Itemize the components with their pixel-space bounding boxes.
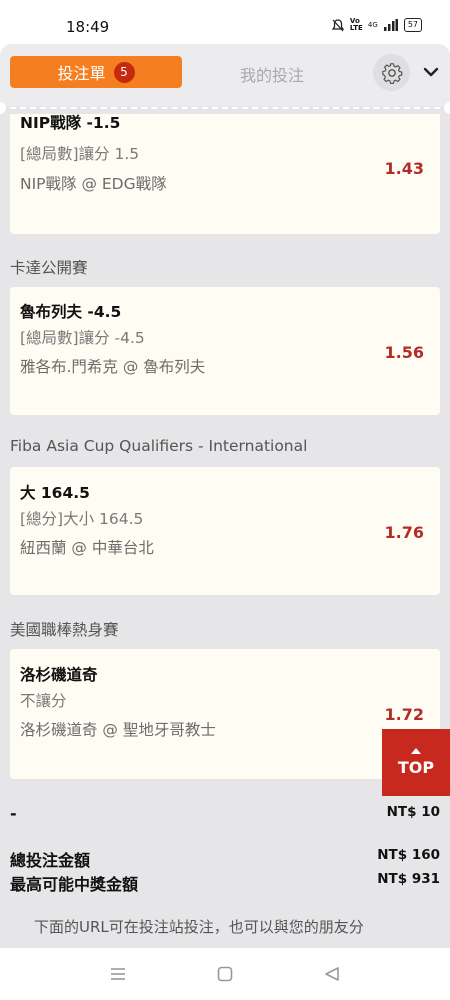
tab-bet-slip[interactable]: 投注單 5: [10, 56, 182, 88]
total-stake-row: 總投注金額 NT$ 160: [10, 847, 440, 871]
home-icon: [217, 966, 233, 982]
dashed-divider: [10, 107, 440, 109]
bet-odds: 1.72: [384, 705, 424, 724]
mute-icon: [331, 18, 344, 31]
league-name: 卡達公開賽: [10, 259, 88, 277]
share-url-text: 下面的URL可在投注站投注，也可以與您的朋友分: [34, 918, 364, 936]
bet-odds: 1.56: [384, 343, 424, 362]
home-button[interactable]: [213, 962, 237, 986]
collapse-button[interactable]: [419, 60, 443, 84]
bet-slip-header: 投注單 5 我的投注: [0, 44, 450, 106]
top-label: TOP: [397, 758, 435, 777]
bet-odds: 1.76: [384, 523, 424, 542]
stake-label: -: [10, 804, 17, 823]
bet-card[interactable]: NIP戰隊 -1.5 [總局數]讓分 1.5 NIP戰隊 @ EDG戰隊 1.4…: [10, 114, 440, 234]
settings-button[interactable]: [373, 54, 410, 91]
signal-label: 4G: [367, 21, 378, 29]
league-name: 美國職棒熱身賽: [10, 621, 119, 639]
up-arrow-icon: [411, 748, 421, 754]
bet-market: [總分]大小 164.5: [20, 510, 144, 528]
back-button[interactable]: [320, 962, 344, 986]
total-stake-value: NT$ 160: [377, 847, 440, 863]
bet-match: 紐西蘭 @ 中華台北: [20, 539, 154, 557]
status-time: 18:49: [66, 18, 110, 36]
bet-market: [總局數]讓分 -4.5: [20, 329, 145, 347]
status-icons: Vo LTE 4G 57: [331, 17, 422, 32]
bet-card[interactable]: 洛杉磯道奇 不讓分 洛杉磯道奇 @ 聖地牙哥教士 1.72: [10, 649, 440, 779]
bet-market: [總局數]讓分 1.5: [20, 145, 140, 163]
bet-slip-sheet: 投注單 5 我的投注 NIP戰隊 -1.5 [總局數]讓分 1.5 NIP戰隊 …: [0, 44, 450, 948]
bet-market: 不讓分: [20, 692, 67, 710]
signal-icon: [383, 19, 398, 31]
battery-icon: 57: [403, 18, 422, 32]
bet-selection: 魯布列夫 -4.5: [20, 303, 122, 321]
bet-clip: NIP戰隊 -1.5 [總局數]讓分 1.5 NIP戰隊 @ EDG戰隊 1.4…: [0, 114, 450, 234]
tab-bet-slip-label: 投注單: [57, 64, 106, 83]
stake-value: NT$ 10: [386, 804, 440, 820]
back-icon: [325, 967, 339, 981]
volte-icon: Vo LTE: [349, 17, 363, 32]
bet-selection: 洛杉磯道奇: [20, 666, 98, 684]
bet-card[interactable]: 魯布列夫 -4.5 [總局數]讓分 -4.5 雅各布.門希克 @ 魯布列夫 1.…: [10, 287, 440, 415]
stake-row: - NT$ 10: [10, 804, 440, 823]
gear-icon: [381, 62, 402, 84]
divider-notch-left: [0, 102, 6, 114]
menu-button[interactable]: [106, 962, 130, 986]
bet-selection: 大 164.5: [20, 484, 90, 502]
tab-my-bets[interactable]: 我的投注: [200, 62, 344, 86]
bet-selection: NIP戰隊 -1.5: [20, 114, 121, 132]
bet-odds: 1.43: [384, 159, 424, 178]
league-name: Fiba Asia Cup Qualifiers - International: [10, 437, 308, 455]
bet-match: 洛杉磯道奇 @ 聖地牙哥教士: [20, 721, 216, 739]
bet-match: NIP戰隊 @ EDG戰隊: [20, 175, 167, 193]
system-nav-bar: [0, 948, 450, 1000]
scroll-to-top-button[interactable]: TOP: [382, 729, 450, 796]
total-stake-label: 總投注金額: [10, 851, 91, 870]
ticket-divider: [0, 102, 450, 114]
menu-icon: [111, 968, 125, 980]
max-win-row: 最高可能中獎金額 NT$ 931: [10, 871, 440, 895]
max-win-value: NT$ 931: [377, 871, 440, 887]
status-bar: 18:49 Vo LTE 4G 57: [0, 0, 450, 44]
divider-notch-right: [444, 102, 450, 114]
chevron-down-icon: [423, 67, 439, 77]
max-win-label: 最高可能中獎金額: [10, 875, 139, 894]
bet-count-badge: 5: [113, 61, 135, 83]
bet-match: 雅各布.門希克 @ 魯布列夫: [20, 358, 206, 376]
bet-card[interactable]: 大 164.5 [總分]大小 164.5 紐西蘭 @ 中華台北 1.76: [10, 467, 440, 595]
